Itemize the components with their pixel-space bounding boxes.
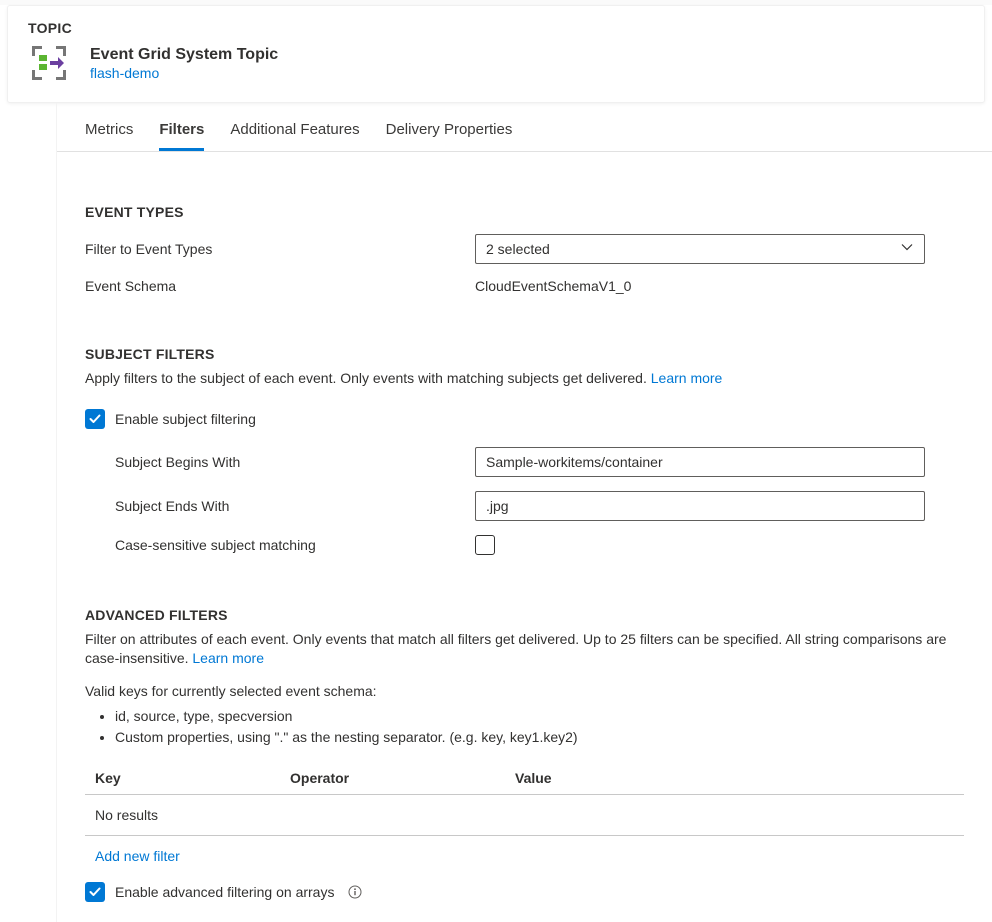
topic-header-card: TOPIC Event Grid System Topic flash-demo xyxy=(7,5,985,103)
valid-keys-item-0: id, source, type, specversion xyxy=(115,706,964,727)
event-schema-row: Event Schema CloudEventSchemaV1_0 xyxy=(85,278,964,294)
advanced-filters-table: Key Operator Value No results Add new fi… xyxy=(85,762,964,864)
filter-event-types-value: 2 selected xyxy=(475,234,925,264)
subject-ends-row: Subject Ends With xyxy=(85,491,964,521)
main-content: Metrics Filters Additional Features Deli… xyxy=(57,103,992,922)
topic-text: Event Grid System Topic flash-demo xyxy=(90,45,278,82)
filter-event-types-label: Filter to Event Types xyxy=(85,241,475,257)
tab-delivery-properties[interactable]: Delivery Properties xyxy=(386,121,513,151)
subject-filters-desc-text: Apply filters to the subject of each eve… xyxy=(85,370,647,386)
advanced-filters-desc: Filter on attributes of each event. Only… xyxy=(85,630,964,669)
enable-subject-filtering-label: Enable subject filtering xyxy=(115,411,256,427)
event-schema-value-wrap: CloudEventSchemaV1_0 xyxy=(475,278,925,294)
enable-subject-filtering-checkbox[interactable] xyxy=(85,409,105,429)
case-sensitive-label: Case-sensitive subject matching xyxy=(85,537,475,553)
adv-table-header: Key Operator Value xyxy=(85,762,964,795)
case-sensitive-checkbox[interactable] xyxy=(475,535,495,555)
enable-subject-filtering-row: Enable subject filtering xyxy=(85,409,964,429)
case-sensitive-val xyxy=(475,535,925,555)
topic-name-link[interactable]: flash-demo xyxy=(90,65,278,81)
filter-event-types-select[interactable]: 2 selected xyxy=(475,234,925,264)
case-sensitive-row: Case-sensitive subject matching xyxy=(85,535,964,555)
tabs: Metrics Filters Additional Features Deli… xyxy=(57,103,992,152)
col-operator-header: Operator xyxy=(290,770,515,786)
subject-ends-label: Subject Ends With xyxy=(85,498,475,514)
enable-arrays-row: Enable advanced filtering on arrays xyxy=(85,882,964,902)
subject-filters-title: SUBJECT FILTERS xyxy=(85,346,964,362)
topic-label: TOPIC xyxy=(28,20,964,36)
col-value-header: Value xyxy=(515,770,954,786)
select-value: 2 selected xyxy=(486,241,550,257)
page: TOPIC Event Grid System Topic flash-demo xyxy=(0,5,992,922)
topic-row: Event Grid System Topic flash-demo xyxy=(28,42,964,84)
info-icon[interactable] xyxy=(348,885,362,899)
adv-table-no-results: No results xyxy=(85,795,964,836)
tab-filters[interactable]: Filters xyxy=(159,121,204,151)
filter-event-types-row: Filter to Event Types 2 selected xyxy=(85,234,964,264)
subject-begins-label: Subject Begins With xyxy=(85,454,475,470)
subject-filters-desc: Apply filters to the subject of each eve… xyxy=(85,369,964,389)
subject-begins-input[interactable] xyxy=(475,447,925,477)
event-types-title: EVENT TYPES xyxy=(85,204,964,220)
tab-additional-features[interactable]: Additional Features xyxy=(230,121,359,151)
enable-arrays-checkbox[interactable] xyxy=(85,882,105,902)
valid-keys-intro: Valid keys for currently selected event … xyxy=(85,681,964,702)
section-subject-filters: SUBJECT FILTERS Apply filters to the sub… xyxy=(57,346,992,555)
subject-begins-row: Subject Begins With xyxy=(85,447,964,477)
advanced-filters-title: ADVANCED FILTERS xyxy=(85,607,964,623)
page-title: Event Grid System Topic xyxy=(90,45,278,66)
event-grid-topic-icon xyxy=(28,42,70,84)
valid-keys-item-1: Custom properties, using "." as the nest… xyxy=(115,727,964,748)
content-wrap: Metrics Filters Additional Features Deli… xyxy=(0,103,992,922)
valid-keys-block: Valid keys for currently selected event … xyxy=(85,681,964,748)
chevron-down-icon xyxy=(900,241,914,258)
subject-filters-learn-more-link[interactable]: Learn more xyxy=(651,370,723,386)
section-event-types: EVENT TYPES Filter to Event Types 2 sele… xyxy=(57,204,992,294)
section-advanced-filters: ADVANCED FILTERS Filter on attributes of… xyxy=(57,607,992,902)
event-schema-label: Event Schema xyxy=(85,278,475,294)
valid-keys-list: id, source, type, specversion Custom pro… xyxy=(85,706,964,748)
advanced-filters-learn-more-link[interactable]: Learn more xyxy=(192,650,264,666)
col-key-header: Key xyxy=(95,770,290,786)
enable-arrays-label: Enable advanced filtering on arrays xyxy=(115,884,334,900)
left-gutter xyxy=(0,103,57,922)
subject-begins-val xyxy=(475,447,925,477)
event-schema-value: CloudEventSchemaV1_0 xyxy=(475,278,925,294)
subject-ends-val xyxy=(475,491,925,521)
add-new-filter-button[interactable]: Add new filter xyxy=(85,836,190,864)
subject-ends-input[interactable] xyxy=(475,491,925,521)
tab-metrics[interactable]: Metrics xyxy=(85,121,133,151)
